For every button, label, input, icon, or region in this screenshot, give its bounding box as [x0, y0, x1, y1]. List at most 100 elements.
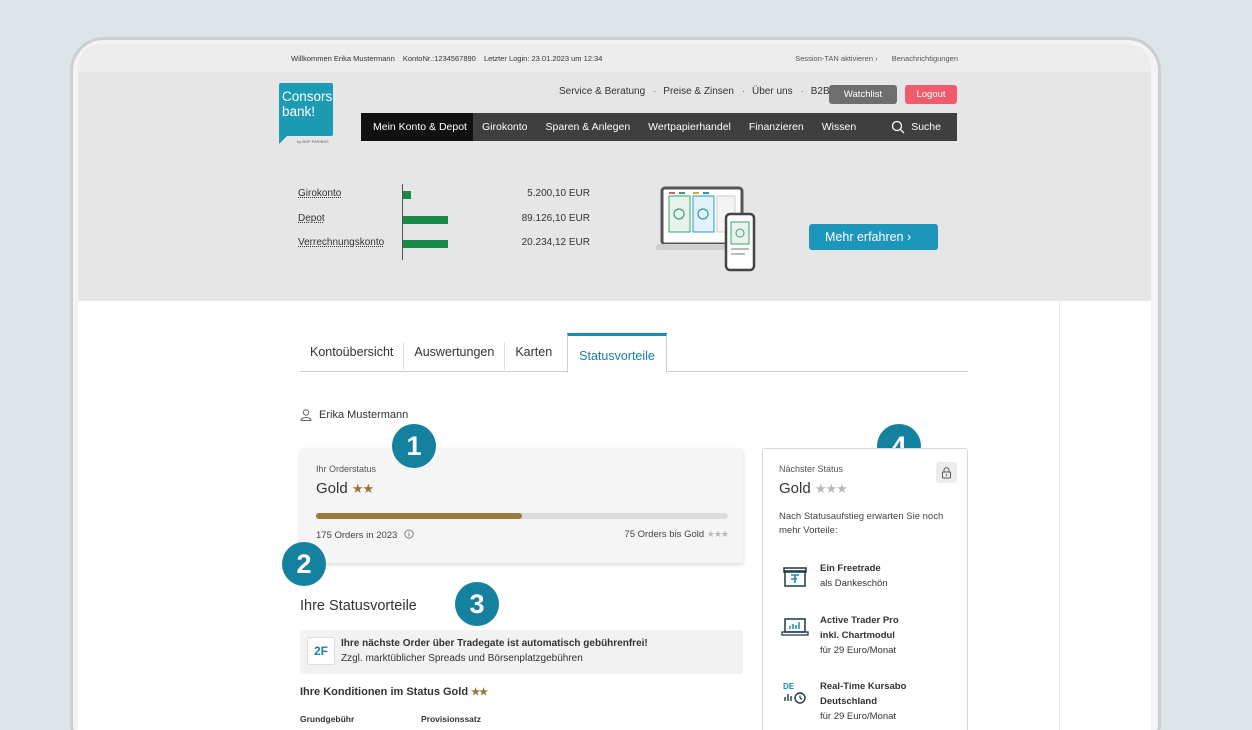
order-status-value: Gold ★★ [316, 480, 374, 497]
header: Consors bank! by BNP PARIBAS Service & B… [78, 72, 1151, 301]
tab-bar: Kontoübersicht Auswertungen Karten Statu… [300, 333, 968, 373]
top-nav: Service & Beratung · Preise & Zinsen · Übe… [559, 86, 830, 97]
order-progress-fill [316, 513, 522, 519]
main-nav: Mein Konto & Depot Girokonto Sparen & An… [361, 113, 957, 141]
konditionen-title: Ihre Konditionen im Status Gold ★★ [300, 686, 488, 698]
account-label[interactable]: Girokonto [298, 188, 341, 199]
perk-sub: als Dankeschön [820, 578, 888, 589]
step-badge-3: 3 [455, 582, 499, 626]
perk-title: Ein Freetrade [820, 563, 881, 574]
nav-finanzieren[interactable]: Finanzieren [740, 113, 813, 141]
orders-count-text: 175 Orders in 2023 [316, 530, 398, 541]
col-provisionssatz: Provisionssatz [421, 714, 481, 724]
gold-stars-icon: ★★ [351, 481, 374, 496]
step-badge-2: 2 [282, 542, 326, 586]
perk-title: Real-Time Kursabo [820, 681, 907, 692]
logo-line2: bank! [282, 104, 316, 119]
benefit-line1: Ihre nächste Order über Tradegate ist au… [341, 638, 648, 649]
topnav-ueber-uns[interactable]: Über uns [752, 86, 793, 97]
next-status-value: Gold ★★★ [779, 480, 848, 497]
logo-tail [279, 136, 287, 144]
topnav-preise[interactable]: Preise & Zinsen [663, 86, 734, 97]
perk-title: Active Trader Pro [820, 615, 899, 626]
perk-title2: Deutschland [820, 696, 878, 707]
topnav-b2b[interactable]: B2B [811, 86, 830, 97]
orders-to-gold: 75 Orders bis Gold ★★★ [624, 529, 729, 540]
order-status-card: Ihr Orderstatus Gold ★★ 175 Orders in 20… [300, 448, 743, 563]
tab-kontouebersicht[interactable]: Kontoübersicht [300, 342, 405, 370]
grey-stars-icon: ★★★ [814, 481, 848, 496]
perk-title2: inkl. Chartmodul [820, 630, 895, 641]
search-button[interactable]: Suche [891, 120, 957, 134]
col-grundgebuehr: Grundgebühr [300, 714, 355, 724]
account-girokonto[interactable]: Girokonto [298, 188, 341, 199]
welcome-info: Willkommen Erika Mustermann KontoNr.:123… [291, 54, 608, 63]
user-icon [300, 409, 312, 421]
search-icon [892, 120, 905, 134]
logo-line1: Consors [282, 89, 333, 104]
account-verrechnungskonto[interactable]: Verrechnungskonto [298, 237, 384, 248]
lock-button[interactable] [936, 462, 957, 483]
browser-screen: Willkommen Erika Mustermann KontoNr.:123… [78, 44, 1151, 730]
logout-button[interactable]: Logout [905, 85, 957, 104]
svg-text:DE: DE [783, 682, 795, 691]
nav-girokonto[interactable]: Girokonto [473, 113, 537, 141]
session-tan-link[interactable]: Session-TAN aktivieren › [795, 54, 877, 63]
lock-icon [942, 466, 951, 478]
nav-wissen[interactable]: Wissen [813, 113, 865, 141]
account-depot[interactable]: Depot [298, 213, 325, 224]
account-value: 20.234,12 EUR [521, 237, 590, 248]
orders-count: 175 Orders in 2023 [316, 529, 414, 541]
gift-icon [783, 567, 807, 587]
perk-sub: für 29 Euro/Monat [820, 711, 897, 722]
tab-auswertungen[interactable]: Auswertungen [404, 342, 506, 370]
laptop-chart-icon [781, 618, 809, 636]
top-info-bar: Willkommen Erika Mustermann KontoNr.:123… [78, 44, 1151, 72]
last-login: Letzter Login: 23.01.2023 um 12:34 [483, 54, 603, 63]
notifications-link[interactable]: Benachrichtigungen [892, 54, 958, 63]
account-label[interactable]: Verrechnungskonto [298, 237, 384, 248]
logo-subtitle: by BNP PARIBAS [297, 139, 329, 144]
search-label: Suche [911, 121, 941, 133]
account-value: 89.126,10 EUR [521, 213, 590, 224]
konditionen-text: Ihre Konditionen im Status Gold [300, 686, 469, 698]
watchlist-button[interactable]: Watchlist [829, 85, 897, 104]
user-name: Erika Mustermann [319, 409, 409, 421]
topnav-service[interactable]: Service & Beratung [559, 86, 645, 97]
nav-wertpapierhandel[interactable]: Wertpapierhandel [639, 113, 740, 141]
next-status-label: Nächster Status [779, 464, 844, 474]
step-badge-1: 1 [392, 424, 436, 468]
account-label[interactable]: Depot [298, 213, 325, 224]
user-name-row: Erika Mustermann [300, 409, 408, 421]
tab-statusvorteile[interactable]: Statusvorteile [567, 333, 667, 373]
nav-sparen[interactable]: Sparen & Anlegen [537, 113, 640, 141]
welcome-text: Willkommen Erika Mustermann [291, 54, 395, 63]
grey-stars-icon: ★★★ [706, 529, 729, 539]
account-bar [403, 191, 411, 199]
perk-sub: für 29 Euro/Monat [820, 645, 897, 656]
benefit-banner: 2F Ihre nächste Order über Tradegate ist… [300, 630, 743, 674]
perk-text: Ein Freetrade als Dankeschön [820, 561, 888, 591]
nav-mein-konto[interactable]: Mein Konto & Depot [361, 113, 473, 141]
next-status-desc: Nach Statusaufstieg erwarten Sie noch me… [779, 511, 944, 536]
orders-to-gold-text: 75 Orders bis Gold [624, 529, 705, 540]
mehr-erfahren-button[interactable]: Mehr erfahren › [809, 224, 938, 250]
tradegate-icon: 2F [307, 637, 335, 665]
statusvorteile-title: Ihre Statusvorteile [300, 598, 417, 614]
consorsbank-logo[interactable]: Consors bank! [279, 83, 333, 144]
order-status-label: Ihr Orderstatus [316, 464, 377, 474]
account-value: 5.200,10 EUR [527, 188, 590, 199]
benefit-line2: Zzgl. marktüblicher Spreads und Börsenpl… [341, 653, 583, 664]
status-name: Gold [316, 480, 348, 497]
info-icon[interactable] [404, 529, 414, 539]
realtime-de-icon: DE [783, 682, 806, 704]
konto-number: KontoNr.:1234567890 [402, 54, 476, 63]
perk-text: Active Trader Pro inkl. Chartmodul für 29 … [820, 613, 899, 658]
top-right-links: Session-TAN aktivieren › Benachrichtigun… [783, 54, 958, 63]
next-status-card: Nächster Status Gold ★★★ Nach Statusaufs… [762, 448, 968, 730]
next-status-name: Gold [779, 480, 811, 497]
gold-stars-icon: ★★ [471, 687, 488, 698]
tab-karten[interactable]: Karten [505, 342, 562, 370]
page-divider [1059, 301, 1060, 730]
order-progress-bar [316, 513, 728, 519]
